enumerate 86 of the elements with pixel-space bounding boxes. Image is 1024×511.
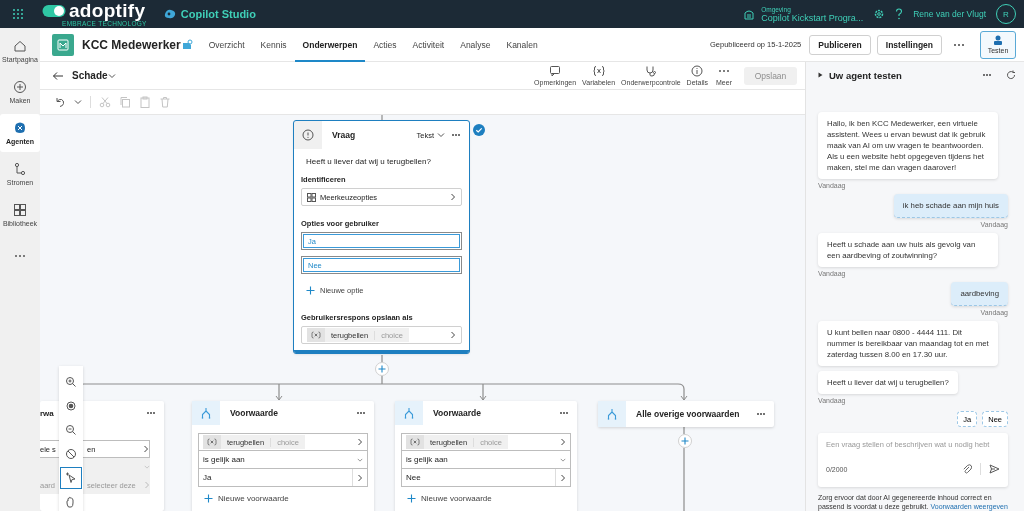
app-launcher-icon[interactable] <box>12 8 24 20</box>
tab[interactable]: Kennis <box>252 27 295 62</box>
operator-dropdown[interactable]: is gelijk aan <box>401 451 571 469</box>
node-title: Vraag <box>331 130 357 140</box>
chevron-right-icon[interactable] <box>143 445 149 453</box>
branch-icon <box>200 407 212 419</box>
new-condition-link[interactable]: Nieuwe voorwaarde <box>218 494 289 503</box>
add-node-button[interactable] <box>678 434 692 448</box>
question-text: Heeft u liever dat wij u terugbellen? <box>305 156 432 166</box>
stethoscope-icon <box>644 65 657 77</box>
target-icon <box>65 400 77 412</box>
toggle-logo-icon <box>42 3 66 18</box>
chevron-right-icon[interactable] <box>450 193 456 201</box>
home-icon <box>13 39 27 53</box>
environment-icon <box>743 8 756 20</box>
chevron-right-icon[interactable] <box>357 473 363 482</box>
tab[interactable]: Activiteit <box>404 27 453 62</box>
value-field[interactable]: Ja <box>198 469 368 487</box>
flow-icon <box>13 162 27 176</box>
plus-circle-icon <box>13 80 27 94</box>
settings-icon[interactable] <box>873 8 886 20</box>
user-name: Rene van der Vlugt <box>913 9 986 19</box>
chevron-right-icon[interactable] <box>560 438 566 446</box>
node-title: Alle overige voorwaarden <box>635 409 741 419</box>
grid-icon <box>13 203 27 217</box>
agent-name: KCC Medewerker <box>82 37 181 52</box>
tab[interactable]: Acties <box>365 27 405 62</box>
new-condition-link[interactable]: Nieuwe voorwaarde <box>421 494 492 503</box>
chevron-down-icon[interactable] <box>74 99 82 105</box>
paperclip-icon[interactable] <box>962 464 972 474</box>
add-node-button[interactable] <box>375 362 389 376</box>
header-button[interactable]: Publiceren <box>809 34 871 55</box>
plus-icon <box>407 494 416 503</box>
more-icon[interactable] <box>756 412 766 416</box>
grid-icon <box>307 192 316 202</box>
more-icon[interactable] <box>146 411 156 415</box>
send-icon[interactable] <box>989 464 1000 474</box>
chevron-right-icon[interactable] <box>357 438 363 446</box>
more-icon[interactable] <box>559 411 569 415</box>
person-icon <box>993 35 1003 45</box>
variable-icon <box>410 438 420 446</box>
product-name: Copilot Studio <box>180 8 256 20</box>
agent-icon <box>13 121 27 135</box>
panel-title: Uw agent testen <box>829 69 903 81</box>
variable-icon <box>207 438 217 446</box>
back-arrow-icon[interactable] <box>52 70 64 81</box>
comment-icon <box>549 65 562 77</box>
value-field[interactable]: Nee <box>401 469 571 487</box>
pointer-icon <box>65 472 77 484</box>
branch-icon <box>606 408 618 420</box>
tab[interactable]: Analyse <box>452 27 499 62</box>
tab[interactable]: Overzicht <box>200 27 253 62</box>
more-icon[interactable] <box>982 73 992 77</box>
node-title: Voorwaarde <box>229 408 280 418</box>
chevron-down-icon[interactable] <box>107 72 116 79</box>
info-icon <box>691 65 704 77</box>
undo-icon[interactable] <box>54 96 66 108</box>
tab[interactable]: Kanalen <box>498 27 546 62</box>
agent-logo-icon <box>52 33 74 56</box>
node-title: rwa <box>40 408 55 418</box>
canvas-tool-button[interactable] <box>60 467 82 489</box>
more-icon[interactable] <box>952 41 966 48</box>
chevron-right-icon[interactable] <box>560 473 566 482</box>
brand-name: adoptify <box>69 1 146 20</box>
refresh-icon[interactable] <box>1006 70 1016 80</box>
chevron-down-icon[interactable] <box>437 132 445 138</box>
node-title: Voorwaarde <box>432 408 483 418</box>
zoom-out-icon <box>65 424 77 436</box>
prohibited-icon <box>65 448 77 460</box>
branch-icon <box>403 407 415 419</box>
topic-title[interactable]: Schade <box>72 70 108 81</box>
header-button[interactable]: Instellingen <box>876 34 942 55</box>
copilot-logo-icon <box>162 8 177 20</box>
more-icon[interactable] <box>451 133 461 137</box>
question-bubble-icon <box>302 129 314 141</box>
chevron-right-icon[interactable] <box>450 331 456 339</box>
plus-icon <box>204 494 213 503</box>
operator-dropdown[interactable]: is gelijk aan <box>198 451 368 469</box>
plus-icon <box>306 286 315 295</box>
zoom-in-icon <box>65 376 77 388</box>
variable-icon <box>592 65 605 77</box>
caret-right-icon[interactable] <box>818 72 823 78</box>
more-icon[interactable] <box>356 411 366 415</box>
environment-name[interactable]: Copilot Kickstart Progra... <box>761 12 864 23</box>
help-icon[interactable] <box>895 8 904 20</box>
variable-icon <box>311 331 321 339</box>
